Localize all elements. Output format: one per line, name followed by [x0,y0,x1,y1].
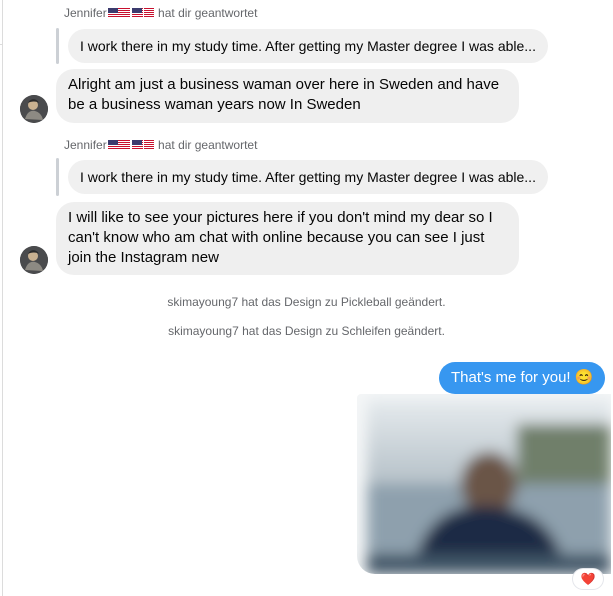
reply-header: Jennifer hat dir geantwortet [64,138,257,152]
us-flag-icon [131,140,154,149]
heart-reaction-icon[interactable]: ❤️ [573,569,603,589]
us-flag-icon [107,8,130,17]
quoted-message[interactable]: I work there in my study time. After get… [68,160,548,194]
sent-photo[interactable] [357,394,611,574]
quote-bar [56,158,59,196]
quote-bar [56,28,59,64]
reply-header: Jennifer hat dir geantwortet [64,6,257,20]
reply-sender-name: Jennifer [64,6,107,20]
avatar[interactable] [20,95,48,123]
us-flag-icon [107,140,130,149]
avatar-image [20,246,48,274]
received-message[interactable]: I will like to see your pictures here if… [56,202,519,275]
quoted-message[interactable]: I work there in my study time. After get… [68,29,548,63]
avatar[interactable] [20,246,48,274]
sent-message[interactable]: That's me for you! 😊 [439,362,606,394]
system-event: skimayoung7 hat das Design zu Pickleball… [167,295,446,309]
received-message[interactable]: Alright am just a business waman over he… [56,69,519,123]
system-event: skimayoung7 hat das Design zu Schleifen … [168,324,445,338]
reply-header-text: hat dir geantwortet [158,6,258,20]
reply-header-text: hat dir geantwortet [158,138,258,152]
reply-sender-name: Jennifer [64,138,107,152]
blurred-photo-image [357,394,611,574]
panel-border-notch [0,44,3,45]
avatar-image [20,95,48,123]
us-flag-icon [131,8,154,17]
